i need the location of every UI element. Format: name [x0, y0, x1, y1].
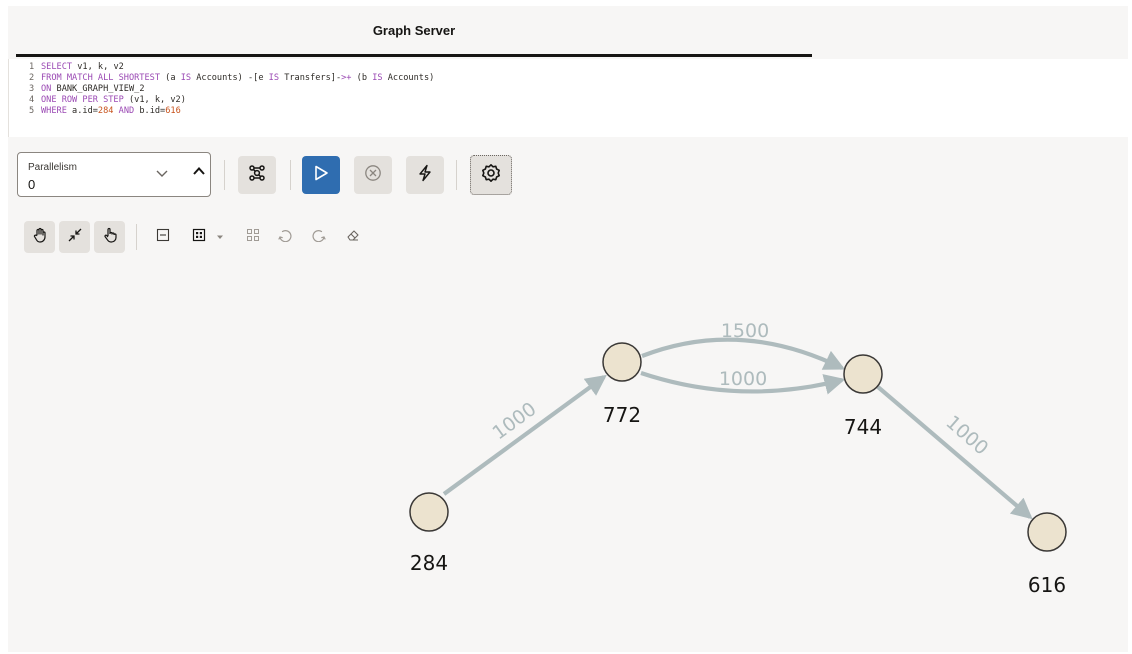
flash-icon — [416, 164, 434, 187]
graph-modeler-icon — [247, 163, 267, 188]
code-line[interactable]: 5 WHERE a.id=284 AND b.id=616 — [29, 106, 1128, 117]
graph-modeler-button[interactable] — [238, 156, 276, 194]
code-text: v1, k, v2 — [72, 62, 124, 72]
code-text: (v1, k, v2) — [123, 95, 186, 105]
code-keyword: FROM MATCH ALL SHORTEST — [41, 73, 160, 83]
chevron-up-icon[interactable] — [190, 164, 208, 184]
code-keyword: AND — [118, 106, 135, 116]
settings-icon — [481, 163, 501, 188]
header-bar: Graph Server — [8, 6, 1128, 57]
edge-label: 1500 — [721, 320, 769, 342]
graph-canvas[interactable]: 1000 1500 1000 1000 284 772 744 616 — [0, 260, 1132, 654]
line-number: 5 — [29, 106, 35, 116]
code-text: Transfers]- — [279, 73, 342, 83]
code-keyword: ON — [41, 84, 52, 94]
toolbar-divider — [456, 160, 457, 190]
page-title: Graph Server — [372, 22, 456, 38]
undo-icon — [277, 228, 293, 247]
code-keyword: IS — [372, 73, 383, 83]
code-keyword: >+ — [341, 73, 352, 83]
node-label: 744 — [844, 415, 882, 439]
code-keyword: IS — [268, 73, 280, 83]
layout-dropdown-button[interactable] — [214, 228, 226, 246]
pan-icon — [32, 227, 48, 248]
query-editor[interactable]: 1 SELECT v1, k, v2 2 FROM MATCH ALL SHORTES… — [8, 59, 1128, 137]
node-label: 772 — [603, 403, 641, 427]
minimize-button[interactable] — [154, 228, 172, 246]
undo-button[interactable] — [276, 228, 294, 246]
run-icon — [312, 164, 330, 187]
cancel-icon — [364, 164, 382, 187]
cancel-button[interactable] — [354, 156, 392, 194]
graph-node[interactable] — [1027, 512, 1067, 552]
code-text: a.id= — [66, 106, 98, 116]
layout-grid-button[interactable] — [190, 228, 208, 246]
code-text: BANK_GRAPH_VIEW_2 — [51, 84, 145, 94]
code-text: (a — [160, 73, 181, 83]
code-text: Accounts) -[e — [191, 73, 269, 83]
eraser-icon — [345, 227, 361, 248]
parallelism-value[interactable]: 0 — [28, 177, 35, 192]
edge-label: 1000 — [941, 411, 992, 459]
edge-284-772[interactable] — [442, 374, 607, 496]
select-hand-icon — [102, 227, 118, 248]
collapse-button[interactable] — [59, 221, 90, 253]
dropdown-caret-icon — [216, 228, 224, 246]
code-line[interactable]: 1 SELECT v1, k, v2 — [29, 62, 1128, 73]
line-number: 4 — [29, 95, 35, 105]
chevron-down-icon[interactable] — [154, 166, 170, 182]
code-text: (b — [351, 73, 373, 83]
minimize-icon — [156, 228, 170, 247]
line-number: 1 — [29, 62, 35, 72]
toolbar-divider — [136, 224, 137, 250]
code-keyword: SELECT — [41, 62, 73, 72]
edge-772-744-a[interactable] — [641, 337, 846, 370]
toolbar-divider — [224, 160, 225, 190]
edge-744-616[interactable] — [876, 385, 1033, 520]
parallelism-label: Parallelism — [28, 162, 77, 173]
group-button[interactable] — [244, 228, 262, 246]
layout-grid-icon — [192, 228, 206, 247]
code-line[interactable]: 4 ONE ROW PER STEP (v1, k, v2) — [29, 95, 1128, 106]
graph-studio-app: Graph Server 1 SELECT v1, k, v2 2 FROM MATC… — [0, 0, 1132, 654]
code-keyword: IS — [180, 73, 192, 83]
graph-node[interactable] — [843, 354, 883, 394]
group-icon — [246, 228, 260, 247]
edge-label: 1000 — [719, 368, 767, 390]
redo-button[interactable] — [310, 228, 328, 246]
node-label: 616 — [1028, 573, 1066, 597]
code-keyword: WHERE — [41, 106, 67, 116]
select-hand-button[interactable] — [94, 221, 125, 253]
redo-icon — [311, 228, 327, 247]
tab-graph-server[interactable]: Graph Server — [16, 6, 812, 57]
graph-node[interactable] — [602, 342, 642, 382]
toolbar-divider — [290, 160, 291, 190]
code-number: 284 — [97, 106, 114, 116]
code-line[interactable]: 3 ON BANK_GRAPH_VIEW_2 — [29, 84, 1128, 95]
node-label: 284 — [410, 551, 448, 575]
flash-button[interactable] — [406, 156, 444, 194]
code-line[interactable]: 2 FROM MATCH ALL SHORTEST (a IS Accounts)… — [29, 73, 1128, 84]
code-text: b.id= — [134, 106, 166, 116]
settings-button[interactable] — [470, 155, 512, 195]
eraser-button[interactable] — [344, 228, 362, 246]
run-button[interactable] — [302, 156, 340, 194]
pan-button[interactable] — [24, 221, 55, 253]
edge-label: 1000 — [488, 398, 540, 444]
graph-node[interactable] — [409, 492, 449, 532]
parallelism-stepper[interactable]: Parallelism 0 — [17, 152, 211, 197]
code-keyword: ONE ROW PER STEP — [41, 95, 124, 105]
code-text: Accounts) — [382, 73, 435, 83]
line-number: 3 — [29, 84, 35, 94]
code-number: 616 — [165, 106, 181, 116]
line-number: 2 — [29, 73, 35, 83]
collapse-icon — [67, 227, 83, 248]
